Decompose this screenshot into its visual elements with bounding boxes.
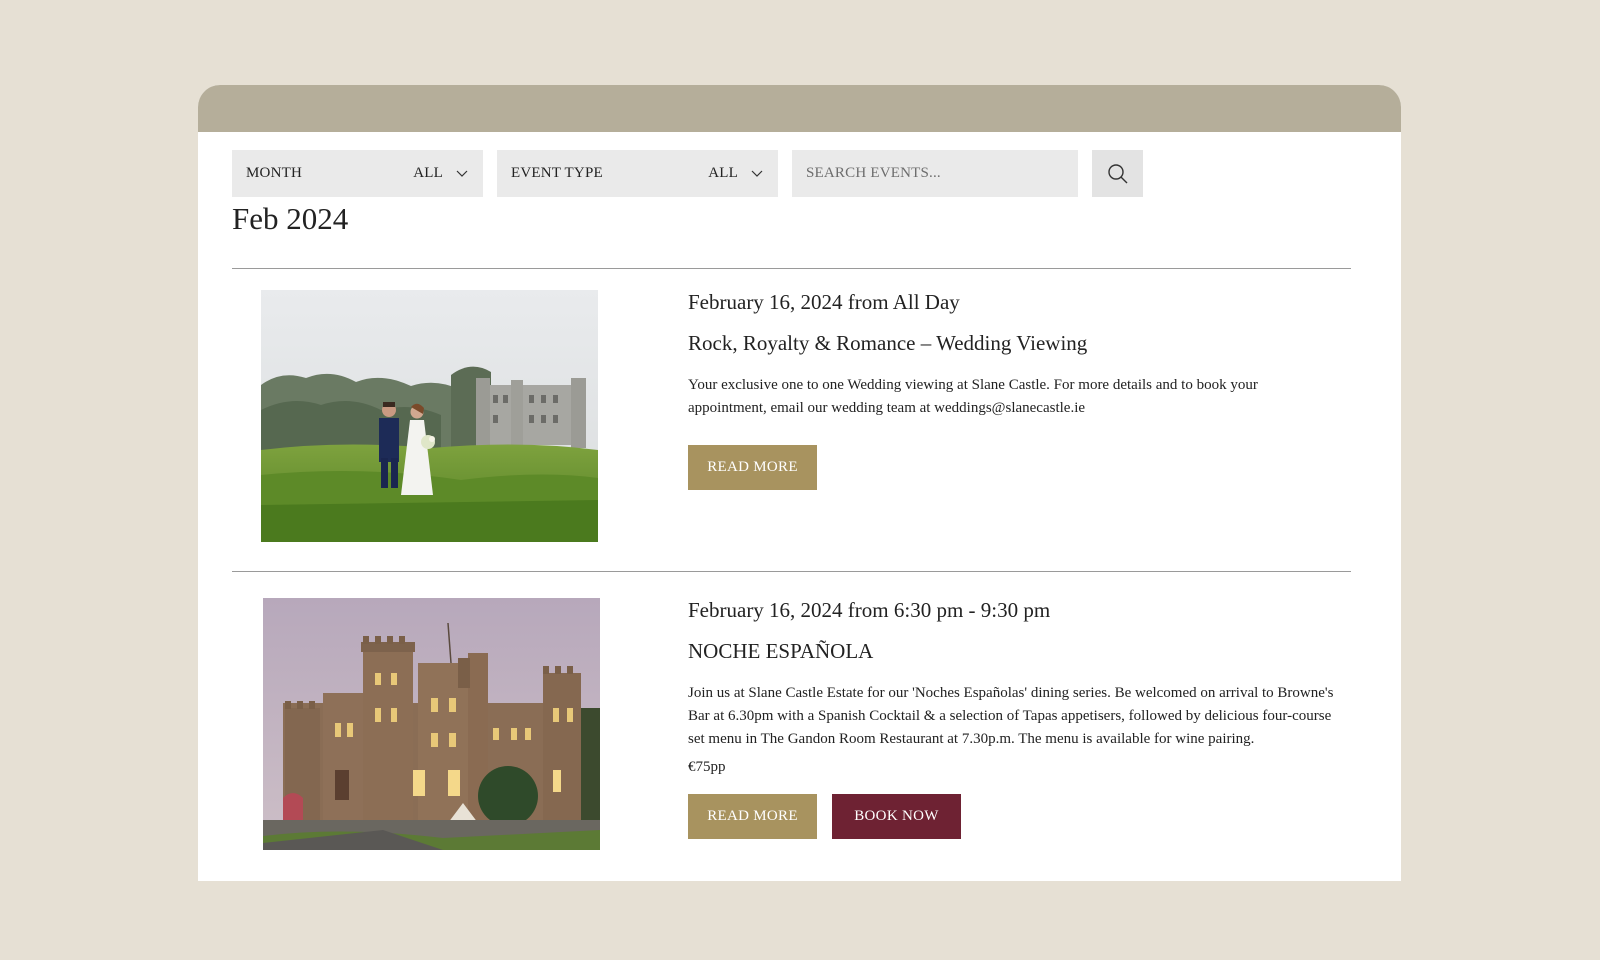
event-info: February 16, 2024 from All Day Rock, Roy… <box>688 290 1338 490</box>
event-image-castle[interactable] <box>263 598 600 850</box>
event-buttons: READ MORE BOOK NOW <box>688 794 1338 839</box>
month-heading: Feb 2024 <box>232 201 349 236</box>
divider <box>232 571 1351 572</box>
month-filter-label: MONTH <box>246 165 302 181</box>
event-type-filter-select[interactable]: EVENT TYPE ALL <box>497 150 778 197</box>
event-date: February 16, 2024 from 6:30 pm - 9:30 pm <box>688 598 1051 622</box>
read-more-button[interactable]: READ MORE <box>688 445 817 490</box>
filter-bar: MONTH ALL EVENT TYPE ALL <box>232 150 1143 197</box>
event-description: Join us at Slane Castle Estate for our '… <box>688 685 1334 747</box>
chevron-down-icon <box>750 167 764 181</box>
event-date: February 16, 2024 from All Day <box>688 290 960 314</box>
month-filter-value: ALL <box>413 165 443 181</box>
event-image-wedding[interactable] <box>261 290 598 542</box>
search-events-input[interactable] <box>792 150 1078 197</box>
event-title[interactable]: Rock, Royalty & Romance – Wedding Viewin… <box>688 331 1338 356</box>
read-more-button[interactable]: READ MORE <box>688 794 817 839</box>
panel-header-band <box>198 85 1401 132</box>
event-description: Your exclusive one to one Wedding viewin… <box>688 377 1258 416</box>
chevron-down-icon <box>455 167 469 181</box>
event-type-filter-label: EVENT TYPE <box>511 165 603 181</box>
divider <box>232 268 1351 269</box>
event-title[interactable]: NOCHE ESPAÑOLA <box>688 639 1338 664</box>
castle-photo-icon <box>263 598 600 850</box>
event-info: February 16, 2024 from 6:30 pm - 9:30 pm… <box>688 598 1338 839</box>
book-now-button[interactable]: BOOK NOW <box>832 794 961 839</box>
event-type-filter-value: ALL <box>708 165 738 181</box>
wedding-photo-icon <box>261 290 598 542</box>
event-price: €75pp <box>688 759 726 775</box>
event-buttons: READ MORE <box>688 445 1338 490</box>
events-panel: MONTH ALL EVENT TYPE ALL Feb 2024 <box>198 85 1401 881</box>
search-button[interactable] <box>1092 150 1143 197</box>
search-icon <box>1107 163 1127 183</box>
month-filter-select[interactable]: MONTH ALL <box>232 150 483 197</box>
